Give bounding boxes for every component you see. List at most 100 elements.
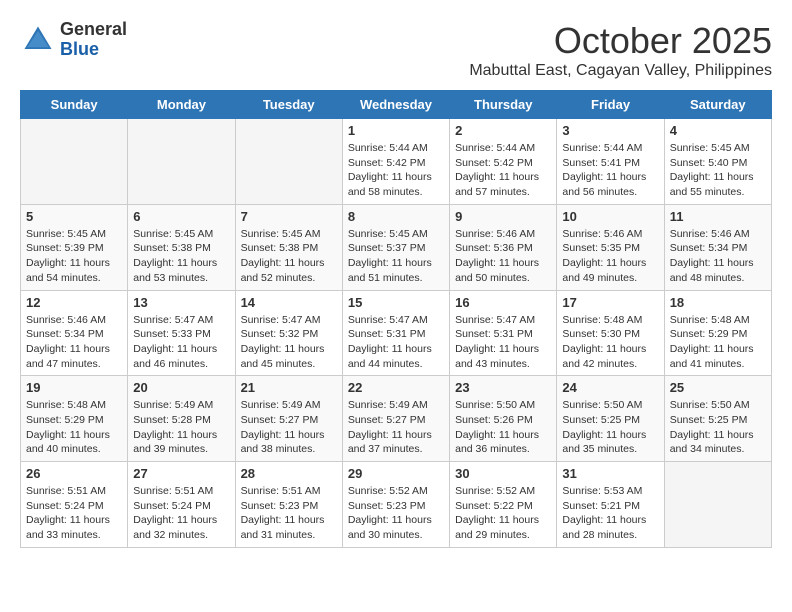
weekday-header: Monday (128, 91, 235, 119)
calendar-week-row: 12 Sunrise: 5:46 AM Sunset: 5:34 PM Dayli… (21, 290, 772, 376)
calendar-cell: 29 Sunrise: 5:52 AM Sunset: 5:23 PM Dayli… (342, 462, 449, 548)
day-info: Sunrise: 5:50 AM Sunset: 5:25 PM Dayligh… (562, 398, 658, 457)
day-info: Sunrise: 5:44 AM Sunset: 5:42 PM Dayligh… (455, 141, 551, 200)
day-info: Sunrise: 5:44 AM Sunset: 5:41 PM Dayligh… (562, 141, 658, 200)
page-header: General Blue October 2025 Mabuttal East,… (20, 20, 772, 80)
day-info: Sunrise: 5:46 AM Sunset: 5:36 PM Dayligh… (455, 227, 551, 286)
calendar-cell: 24 Sunrise: 5:50 AM Sunset: 5:25 PM Dayli… (557, 376, 664, 462)
day-info: Sunrise: 5:45 AM Sunset: 5:37 PM Dayligh… (348, 227, 444, 286)
calendar-cell (664, 462, 771, 548)
calendar-cell: 22 Sunrise: 5:49 AM Sunset: 5:27 PM Dayli… (342, 376, 449, 462)
day-info: Sunrise: 5:46 AM Sunset: 5:35 PM Dayligh… (562, 227, 658, 286)
day-number: 5 (26, 209, 122, 224)
day-info: Sunrise: 5:50 AM Sunset: 5:26 PM Dayligh… (455, 398, 551, 457)
weekday-header: Sunday (21, 91, 128, 119)
day-info: Sunrise: 5:45 AM Sunset: 5:38 PM Dayligh… (241, 227, 337, 286)
calendar-cell: 11Sunrise: 5:46 AM Sunset: 5:34 PM Dayli… (664, 204, 771, 290)
day-number: 7 (241, 209, 337, 224)
logo-icon (20, 22, 56, 58)
day-number: 18 (670, 295, 766, 310)
calendar-week-row: 5 Sunrise: 5:45 AM Sunset: 5:39 PM Daylig… (21, 204, 772, 290)
calendar-cell: 16 Sunrise: 5:47 AM Sunset: 5:31 PM Dayli… (450, 290, 557, 376)
day-number: 12 (26, 295, 122, 310)
calendar-cell: 25Sunrise: 5:50 AM Sunset: 5:25 PM Dayli… (664, 376, 771, 462)
day-number: 15 (348, 295, 444, 310)
day-info: Sunrise: 5:53 AM Sunset: 5:21 PM Dayligh… (562, 484, 658, 543)
day-number: 23 (455, 380, 551, 395)
calendar-cell: 2Sunrise: 5:44 AM Sunset: 5:42 PM Daylig… (450, 119, 557, 205)
calendar-cell (21, 119, 128, 205)
day-info: Sunrise: 5:51 AM Sunset: 5:23 PM Dayligh… (241, 484, 337, 543)
day-info: Sunrise: 5:48 AM Sunset: 5:30 PM Dayligh… (562, 313, 658, 372)
day-number: 22 (348, 380, 444, 395)
day-number: 21 (241, 380, 337, 395)
day-info: Sunrise: 5:52 AM Sunset: 5:22 PM Dayligh… (455, 484, 551, 543)
day-number: 6 (133, 209, 229, 224)
day-info: Sunrise: 5:48 AM Sunset: 5:29 PM Dayligh… (670, 313, 766, 372)
logo-blue: Blue (60, 40, 127, 60)
calendar-cell: 10Sunrise: 5:46 AM Sunset: 5:35 PM Dayli… (557, 204, 664, 290)
calendar-week-row: 26 Sunrise: 5:51 AM Sunset: 5:24 PM Dayli… (21, 462, 772, 548)
calendar-cell: 17Sunrise: 5:48 AM Sunset: 5:30 PM Dayli… (557, 290, 664, 376)
day-info: Sunrise: 5:47 AM Sunset: 5:31 PM Dayligh… (455, 313, 551, 372)
logo: General Blue (20, 20, 127, 60)
calendar-week-row: 1Sunrise: 5:44 AM Sunset: 5:42 PM Daylig… (21, 119, 772, 205)
calendar-cell: 28Sunrise: 5:51 AM Sunset: 5:23 PM Dayli… (235, 462, 342, 548)
weekday-header: Thursday (450, 91, 557, 119)
day-info: Sunrise: 5:52 AM Sunset: 5:23 PM Dayligh… (348, 484, 444, 543)
weekday-header: Tuesday (235, 91, 342, 119)
weekday-header: Saturday (664, 91, 771, 119)
logo-general: General (60, 20, 127, 40)
calendar-cell: 27Sunrise: 5:51 AM Sunset: 5:24 PM Dayli… (128, 462, 235, 548)
calendar-week-row: 19Sunrise: 5:48 AM Sunset: 5:29 PM Dayli… (21, 376, 772, 462)
location-title: Mabuttal East, Cagayan Valley, Philippin… (469, 62, 772, 80)
day-info: Sunrise: 5:46 AM Sunset: 5:34 PM Dayligh… (26, 313, 122, 372)
calendar-cell: 1Sunrise: 5:44 AM Sunset: 5:42 PM Daylig… (342, 119, 449, 205)
month-title: October 2025 (469, 20, 772, 62)
day-info: Sunrise: 5:51 AM Sunset: 5:24 PM Dayligh… (26, 484, 122, 543)
day-number: 13 (133, 295, 229, 310)
day-number: 26 (26, 466, 122, 481)
day-info: Sunrise: 5:47 AM Sunset: 5:33 PM Dayligh… (133, 313, 229, 372)
calendar-cell: 26 Sunrise: 5:51 AM Sunset: 5:24 PM Dayli… (21, 462, 128, 548)
calendar-cell: 15 Sunrise: 5:47 AM Sunset: 5:31 PM Dayli… (342, 290, 449, 376)
calendar-cell (128, 119, 235, 205)
day-info: Sunrise: 5:45 AM Sunset: 5:39 PM Dayligh… (26, 227, 122, 286)
calendar-cell: 20Sunrise: 5:49 AM Sunset: 5:28 PM Dayli… (128, 376, 235, 462)
calendar-cell: 18 Sunrise: 5:48 AM Sunset: 5:29 PM Dayli… (664, 290, 771, 376)
day-info: Sunrise: 5:49 AM Sunset: 5:27 PM Dayligh… (241, 398, 337, 457)
day-number: 9 (455, 209, 551, 224)
calendar-body: 1Sunrise: 5:44 AM Sunset: 5:42 PM Daylig… (21, 119, 772, 548)
calendar-cell: 3Sunrise: 5:44 AM Sunset: 5:41 PM Daylig… (557, 119, 664, 205)
day-number: 14 (241, 295, 337, 310)
calendar-cell: 8 Sunrise: 5:45 AM Sunset: 5:37 PM Daylig… (342, 204, 449, 290)
day-info: Sunrise: 5:45 AM Sunset: 5:38 PM Dayligh… (133, 227, 229, 286)
day-info: Sunrise: 5:49 AM Sunset: 5:27 PM Dayligh… (348, 398, 444, 457)
day-info: Sunrise: 5:48 AM Sunset: 5:29 PM Dayligh… (26, 398, 122, 457)
day-number: 30 (455, 466, 551, 481)
weekday-row: SundayMondayTuesdayWednesdayThursdayFrid… (21, 91, 772, 119)
day-number: 24 (562, 380, 658, 395)
calendar-cell: 30 Sunrise: 5:52 AM Sunset: 5:22 PM Dayli… (450, 462, 557, 548)
title-section: October 2025 Mabuttal East, Cagayan Vall… (469, 20, 772, 80)
day-info: Sunrise: 5:47 AM Sunset: 5:31 PM Dayligh… (348, 313, 444, 372)
day-number: 16 (455, 295, 551, 310)
day-info: Sunrise: 5:51 AM Sunset: 5:24 PM Dayligh… (133, 484, 229, 543)
calendar-cell: 31 Sunrise: 5:53 AM Sunset: 5:21 PM Dayli… (557, 462, 664, 548)
calendar-cell: 19Sunrise: 5:48 AM Sunset: 5:29 PM Dayli… (21, 376, 128, 462)
calendar-cell: 12 Sunrise: 5:46 AM Sunset: 5:34 PM Dayli… (21, 290, 128, 376)
calendar-cell: 6 Sunrise: 5:45 AM Sunset: 5:38 PM Daylig… (128, 204, 235, 290)
weekday-header: Wednesday (342, 91, 449, 119)
day-number: 8 (348, 209, 444, 224)
day-number: 20 (133, 380, 229, 395)
day-number: 29 (348, 466, 444, 481)
calendar-cell: 14Sunrise: 5:47 AM Sunset: 5:32 PM Dayli… (235, 290, 342, 376)
day-info: Sunrise: 5:50 AM Sunset: 5:25 PM Dayligh… (670, 398, 766, 457)
weekday-header: Friday (557, 91, 664, 119)
day-info: Sunrise: 5:45 AM Sunset: 5:40 PM Dayligh… (670, 141, 766, 200)
calendar-cell: 21 Sunrise: 5:49 AM Sunset: 5:27 PM Dayli… (235, 376, 342, 462)
calendar-cell: 9 Sunrise: 5:46 AM Sunset: 5:36 PM Daylig… (450, 204, 557, 290)
day-info: Sunrise: 5:44 AM Sunset: 5:42 PM Dayligh… (348, 141, 444, 200)
day-number: 31 (562, 466, 658, 481)
calendar-cell: 23 Sunrise: 5:50 AM Sunset: 5:26 PM Dayli… (450, 376, 557, 462)
